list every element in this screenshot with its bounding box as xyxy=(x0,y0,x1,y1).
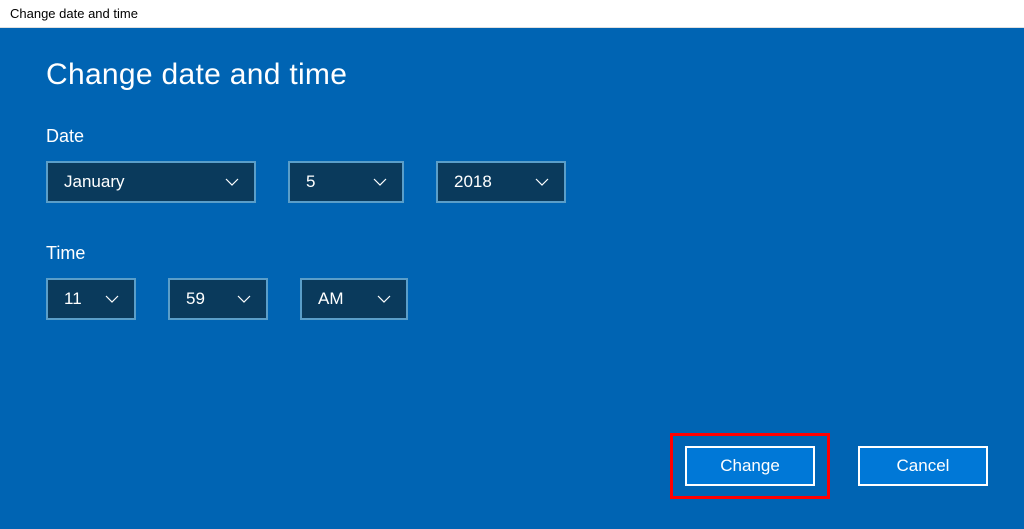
titlebar: Change date and time xyxy=(0,0,1024,28)
time-section-label: Time xyxy=(46,243,978,264)
month-dropdown[interactable]: January xyxy=(46,161,256,203)
dialog-button-row: Change Cancel xyxy=(670,433,988,499)
cancel-button-label: Cancel xyxy=(897,456,950,476)
minute-value: 59 xyxy=(186,289,205,309)
hour-value: 11 xyxy=(64,289,82,309)
chevron-down-icon xyxy=(376,291,392,307)
change-button[interactable]: Change xyxy=(685,446,815,486)
window-title: Change date and time xyxy=(10,6,138,21)
cancel-button[interactable]: Cancel xyxy=(858,446,988,486)
chevron-down-icon xyxy=(224,174,240,190)
time-row: 11 59 AM xyxy=(46,278,978,320)
day-value: 5 xyxy=(306,172,315,192)
year-dropdown[interactable]: 2018 xyxy=(436,161,566,203)
chevron-down-icon xyxy=(104,291,120,307)
year-value: 2018 xyxy=(454,172,492,192)
highlight-annotation: Change xyxy=(670,433,830,499)
chevron-down-icon xyxy=(372,174,388,190)
hour-dropdown[interactable]: 11 xyxy=(46,278,136,320)
change-button-label: Change xyxy=(720,456,780,476)
dialog-content: Change date and time Date January 5 2018… xyxy=(0,28,1024,529)
day-dropdown[interactable]: 5 xyxy=(288,161,404,203)
date-row: January 5 2018 xyxy=(46,161,978,203)
ampm-dropdown[interactable]: AM xyxy=(300,278,408,320)
month-value: January xyxy=(64,172,124,192)
chevron-down-icon xyxy=(236,291,252,307)
minute-dropdown[interactable]: 59 xyxy=(168,278,268,320)
date-section-label: Date xyxy=(46,126,978,147)
page-title: Change date and time xyxy=(46,58,978,92)
chevron-down-icon xyxy=(534,174,550,190)
ampm-value: AM xyxy=(318,289,344,309)
